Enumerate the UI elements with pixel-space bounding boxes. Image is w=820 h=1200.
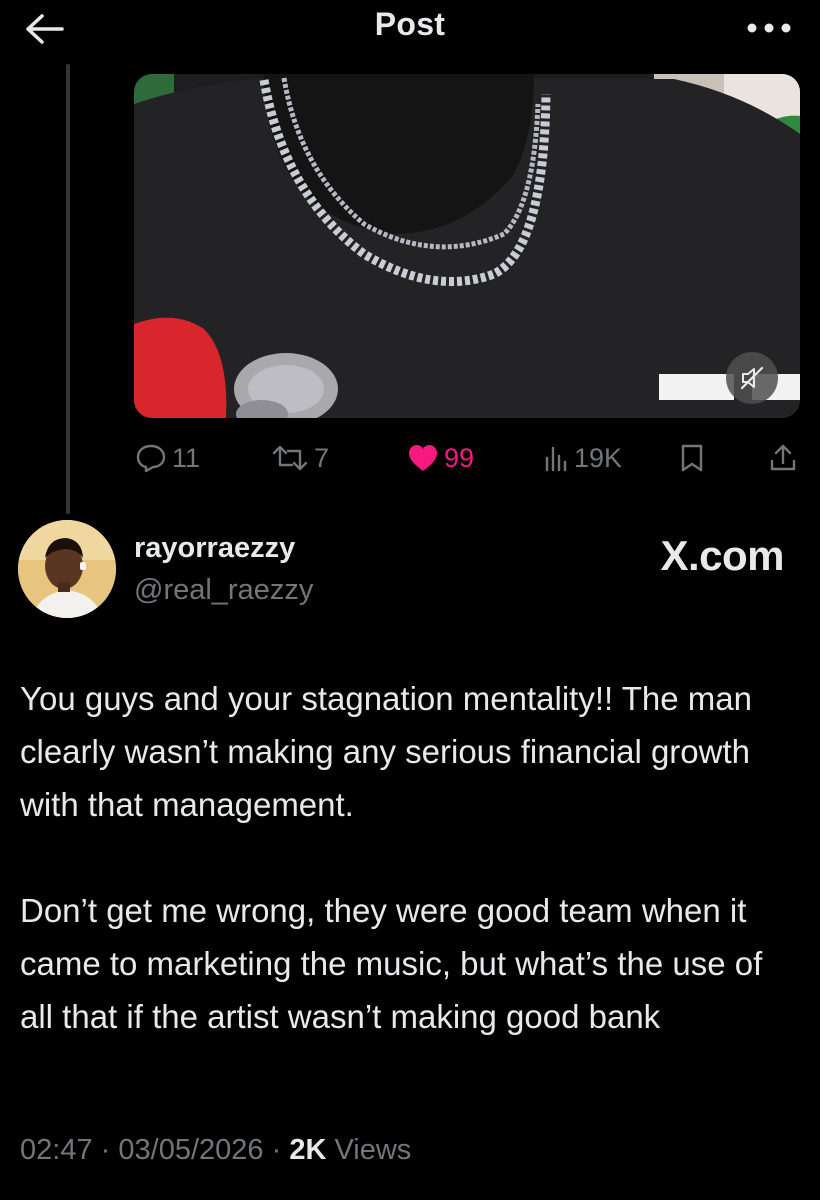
avatar-image [18,520,116,618]
avatar[interactable] [18,520,116,618]
repost-icon [272,445,308,471]
post-paragraph: You guys and your stagnation mentality!!… [20,680,752,823]
repost-button[interactable]: 7 [270,436,329,480]
post-time[interactable]: 02:47 [20,1134,93,1166]
reply-button[interactable]: 11 [134,436,200,480]
repost-count: 7 [314,442,330,473]
post-date[interactable]: 03/05/2026 [118,1134,263,1166]
mute-toggle-button[interactable] [726,352,778,404]
more-options-button[interactable] [740,8,798,48]
bookmark-button[interactable] [678,436,710,480]
video-player[interactable] [134,74,800,418]
post-metadata: 02:47 · 03/05/2026 · 2K Views [20,1134,411,1167]
reply-bubble-icon [136,444,166,473]
reply-count: 11 [172,442,201,473]
video-frame [134,74,800,418]
share-button[interactable] [768,436,802,480]
view-count: 19K [574,442,623,473]
author-handle[interactable]: @real_raezzy [134,574,313,607]
top-bar: Post [0,0,820,62]
meta-separator: · [271,1134,282,1166]
bookmark-icon [681,444,703,472]
like-button[interactable]: 99 [406,436,474,480]
thread-connector-line [66,64,70,514]
speaker-muted-icon [740,366,764,390]
post-text: You guys and your stagnation mentality!!… [20,672,800,1043]
post-views-count[interactable]: 2K [289,1134,326,1166]
views-button[interactable]: 19K [542,436,622,480]
heart-filled-icon [409,445,437,471]
site-watermark: X.com [660,532,784,579]
meta-separator: · [100,1134,111,1166]
post-screen: Post 11 7 99 19K rayorraezzy @real_raezz… [0,0,820,1200]
post-paragraph: Don’t get me wrong, they were good team … [20,892,763,1035]
author-display-name[interactable]: rayorraezzy [134,532,295,565]
more-horizontal-icon [747,23,791,33]
share-upload-icon [770,444,796,471]
page-title: Post [374,6,446,42]
analytics-bars-icon [545,446,567,472]
like-count: 99 [444,442,475,473]
post-views-label: Views [334,1134,412,1166]
engagement-bar: 11 7 99 19K [134,436,804,480]
